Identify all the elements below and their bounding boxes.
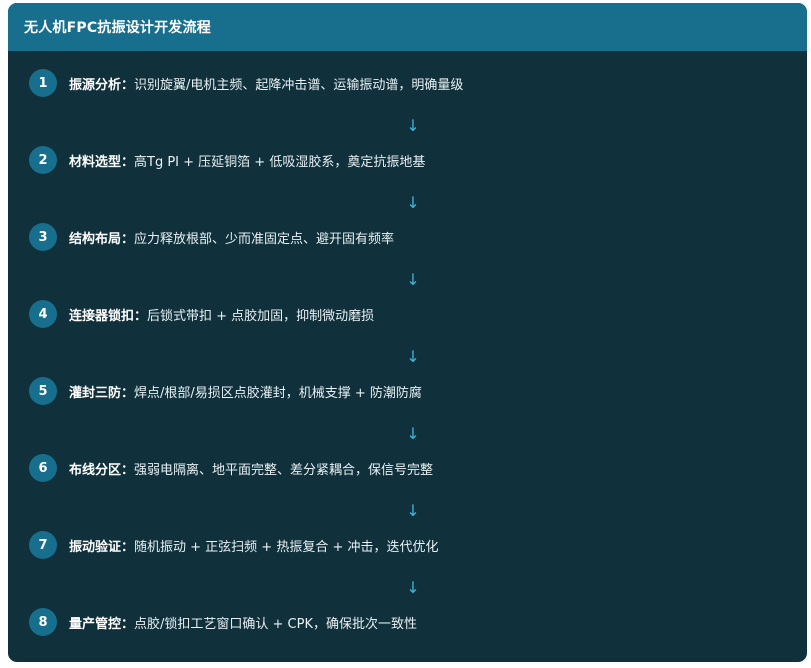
step-number-badge: 4 <box>29 300 57 328</box>
arrow-down-icon: ↓ <box>406 270 420 289</box>
step-label: 振源分析： <box>69 77 135 93</box>
step-text: 结构布局：应力释放根部、少而准固定点、避开固有频率 <box>69 228 394 247</box>
card-header: 无人机FPC抗振设计开发流程 <box>8 3 807 51</box>
step-number-badge: 1 <box>29 69 57 97</box>
arrow-down-icon: ↓ <box>406 116 420 135</box>
arrow-down-icon: ↓ <box>406 193 420 212</box>
process-flow: 1 振源分析：识别旋翼/电机主频、起降冲击谱、运输振动谱，明确量级 ↓ 2 材料… <box>8 51 807 662</box>
step-description: 应力释放根部、少而准固定点、避开固有频率 <box>134 231 395 247</box>
step-description: 强弱电隔离、地平面完整、差分紧耦合，保信号完整 <box>134 462 434 478</box>
step-label: 布线分区： <box>69 462 135 478</box>
step-number-badge: 3 <box>29 223 57 251</box>
step-text: 材料选型：高Tg PI + 压延铜箔 + 低吸湿胶系，奠定抗振地基 <box>69 151 425 170</box>
step-description: 点胶/锁扣工艺窗口确认 + CPK，确保批次一致性 <box>134 616 417 632</box>
arrow-down-icon: ↓ <box>406 501 420 520</box>
step-description: 焊点/根部/易损区点胶灌封，机械支撑 + 防潮防腐 <box>134 385 422 401</box>
step-2: 2 材料选型：高Tg PI + 压延铜箔 + 低吸湿胶系，奠定抗振地基 <box>29 146 425 174</box>
step-description: 高Tg PI + 压延铜箔 + 低吸湿胶系，奠定抗振地基 <box>134 154 426 170</box>
step-text: 振源分析：识别旋翼/电机主频、起降冲击谱、运输振动谱，明确量级 <box>69 74 463 93</box>
step-number-badge: 8 <box>29 608 57 636</box>
step-label: 材料选型： <box>69 154 135 170</box>
step-7: 7 振动验证：随机振动 + 正弦扫频 + 热振复合 + 冲击，迭代优化 <box>29 531 439 559</box>
arrow-down-icon: ↓ <box>406 424 420 443</box>
step-4: 4 连接器锁扣：后锁式带扣 + 点胶加固，抑制微动磨损 <box>29 300 374 328</box>
step-1: 1 振源分析：识别旋翼/电机主频、起降冲击谱、运输振动谱，明确量级 <box>29 69 463 97</box>
arrow-down-icon: ↓ <box>406 347 420 366</box>
arrow-down-icon: ↓ <box>406 578 420 597</box>
step-label: 量产管控： <box>69 616 135 632</box>
step-text: 连接器锁扣：后锁式带扣 + 点胶加固，抑制微动磨损 <box>69 305 374 324</box>
process-card: 无人机FPC抗振设计开发流程 1 振源分析：识别旋翼/电机主频、起降冲击谱、运输… <box>8 3 807 662</box>
step-number-badge: 2 <box>29 146 57 174</box>
step-text: 振动验证：随机振动 + 正弦扫频 + 热振复合 + 冲击，迭代优化 <box>69 536 439 555</box>
step-label: 结构布局： <box>69 231 135 247</box>
step-text: 灌封三防：焊点/根部/易损区点胶灌封，机械支撑 + 防潮防腐 <box>69 382 422 401</box>
step-text: 量产管控：点胶/锁扣工艺窗口确认 + CPK，确保批次一致性 <box>69 613 417 632</box>
step-description: 随机振动 + 正弦扫频 + 热振复合 + 冲击，迭代优化 <box>134 539 439 555</box>
step-label: 灌封三防： <box>69 385 135 401</box>
step-number-badge: 5 <box>29 377 57 405</box>
step-description: 识别旋翼/电机主频、起降冲击谱、运输振动谱，明确量级 <box>134 77 464 93</box>
page-title: 无人机FPC抗振设计开发流程 <box>24 20 211 36</box>
step-8: 8 量产管控：点胶/锁扣工艺窗口确认 + CPK，确保批次一致性 <box>29 608 417 636</box>
step-text: 布线分区：强弱电隔离、地平面完整、差分紧耦合，保信号完整 <box>69 459 433 478</box>
step-label: 连接器锁扣： <box>69 308 148 324</box>
step-6: 6 布线分区：强弱电隔离、地平面完整、差分紧耦合，保信号完整 <box>29 454 433 482</box>
step-3: 3 结构布局：应力释放根部、少而准固定点、避开固有频率 <box>29 223 394 251</box>
step-number-badge: 7 <box>29 531 57 559</box>
step-5: 5 灌封三防：焊点/根部/易损区点胶灌封，机械支撑 + 防潮防腐 <box>29 377 422 405</box>
step-label: 振动验证： <box>69 539 135 555</box>
step-number-badge: 6 <box>29 454 57 482</box>
step-description: 后锁式带扣 + 点胶加固，抑制微动磨损 <box>147 308 375 324</box>
